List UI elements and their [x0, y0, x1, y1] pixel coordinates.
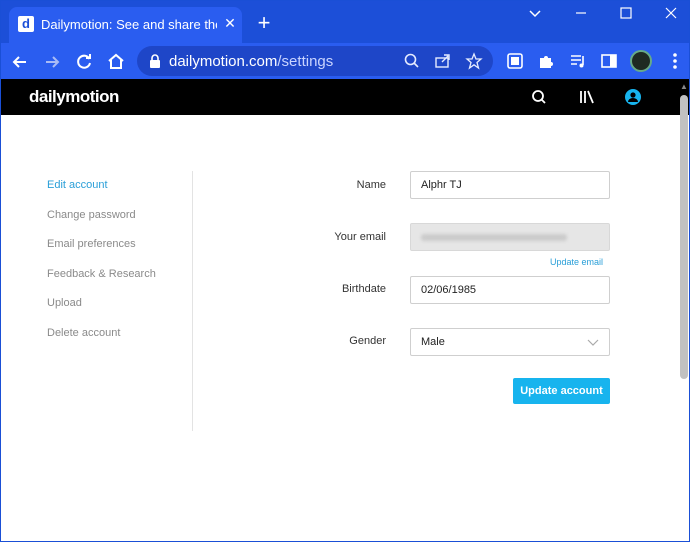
zoom-search-icon[interactable]	[403, 52, 421, 70]
share-icon[interactable]	[434, 52, 452, 70]
media-playlist-icon[interactable]	[568, 51, 588, 71]
account-icon[interactable]	[624, 88, 642, 106]
scroll-up-arrow-icon[interactable]: ▲	[679, 82, 689, 92]
home-icon[interactable]	[105, 51, 127, 73]
screenshot-extension-icon[interactable]	[505, 51, 525, 71]
tab-title: Dailymotion: See and share the in	[41, 17, 217, 32]
dailymotion-logo[interactable]: dailymotion	[29, 87, 119, 107]
browser-window: d Dailymotion: See and share the in ✕ +	[0, 0, 690, 542]
reload-icon[interactable]	[73, 51, 95, 73]
name-field[interactable]: Alphr TJ	[410, 171, 610, 199]
update-account-button[interactable]: Update account	[513, 378, 610, 404]
sidebar-item-change-password[interactable]: Change password	[47, 209, 187, 239]
sidebar-item-feedback-research[interactable]: Feedback & Research	[47, 268, 187, 298]
redacted-email	[421, 234, 567, 241]
update-email-link[interactable]: Update email	[550, 257, 603, 267]
profile-avatar[interactable]	[630, 50, 652, 72]
address-bar[interactable]: dailymotion.com/settings	[137, 46, 493, 76]
birthdate-field[interactable]: 02/06/1985	[410, 276, 610, 304]
side-panel-icon[interactable]	[599, 51, 619, 71]
sidebar-divider	[192, 171, 193, 431]
back-arrow-icon[interactable]	[9, 51, 31, 73]
sidebar-item-upload[interactable]: Upload	[47, 297, 187, 327]
sidebar-item-edit-account[interactable]: Edit account	[47, 179, 187, 209]
close-tab-icon[interactable]: ✕	[221, 14, 239, 32]
browser-toolbar: dailymotion.com/settings	[1, 43, 689, 79]
lock-icon	[150, 54, 160, 68]
settings-sidebar: Edit account Change password Email prefe…	[47, 179, 187, 356]
birthdate-label: Birthdate	[341, 283, 386, 295]
email-field	[410, 223, 610, 251]
gender-select[interactable]: Male	[410, 328, 610, 356]
url-text: dailymotion.com/settings	[169, 53, 334, 70]
gender-label: Gender	[349, 335, 386, 347]
new-tab-button[interactable]: +	[254, 12, 274, 34]
search-icon[interactable]	[530, 88, 548, 106]
gender-selected-value: Male	[421, 336, 445, 348]
dailymotion-favicon-icon: d	[18, 16, 34, 32]
close-window-button[interactable]	[656, 5, 686, 25]
more-menu-icon[interactable]	[665, 51, 685, 71]
tab-strip: d Dailymotion: See and share the in ✕ +	[1, 1, 689, 43]
bookmark-star-icon[interactable]	[465, 52, 483, 70]
site-header: dailymotion	[1, 79, 689, 115]
sidebar-item-delete-account[interactable]: Delete account	[47, 327, 187, 357]
page-scrollbar-thumb[interactable]	[680, 95, 688, 379]
name-label: Name	[356, 179, 386, 191]
minimize-button[interactable]	[566, 5, 596, 25]
chevron-down-icon	[587, 339, 599, 346]
library-icon[interactable]	[578, 88, 596, 106]
sidebar-item-email-preferences[interactable]: Email preferences	[47, 238, 187, 268]
maximize-button[interactable]	[611, 5, 641, 25]
browser-tab[interactable]: d Dailymotion: See and share the in ✕	[9, 7, 242, 43]
forward-arrow-icon[interactable]	[41, 51, 63, 73]
extensions-puzzle-icon[interactable]	[536, 51, 556, 71]
tab-search-chevron-icon[interactable]	[520, 5, 550, 25]
email-label: Your email	[334, 231, 386, 243]
